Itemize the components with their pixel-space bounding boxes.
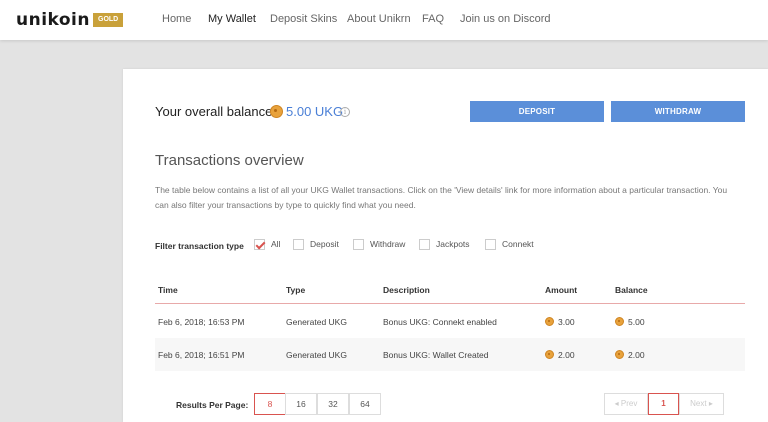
table-row[interactable]: Feb 6, 2018; 16:53 PM Generated UKG Bonu… <box>155 305 745 338</box>
col-type: Type <box>286 285 306 295</box>
row-description: Bonus UKG: Wallet Created <box>383 350 489 360</box>
transactions-description: The table below contains a list of all y… <box>155 185 728 210</box>
row-amount: 3.00 <box>545 316 575 328</box>
nav-home[interactable]: Home <box>162 12 191 26</box>
row-time: Feb 6, 2018; 16:53 PM <box>158 317 245 327</box>
filter-withdraw[interactable]: Withdraw <box>353 238 405 250</box>
brand-badge: GOLD <box>93 13 124 27</box>
col-balance: Balance <box>615 285 648 295</box>
per-page-16[interactable]: 16 <box>285 393 317 415</box>
per-page-64[interactable]: 64 <box>349 393 381 415</box>
nav-about-unikrn[interactable]: About Unikrn <box>347 12 411 26</box>
brand-name: unikoin <box>16 10 90 30</box>
row-balance-value: 2.00 <box>628 350 645 360</box>
row-balance: 5.00 <box>615 316 645 328</box>
row-amount: 2.00 <box>545 349 575 361</box>
checkbox-icon[interactable] <box>293 238 304 250</box>
prev-page-button[interactable]: ◂ Prev <box>604 393 648 415</box>
deposit-button[interactable]: DEPOSIT <box>470 101 604 122</box>
filter-all-label: All <box>271 239 281 249</box>
filter-all[interactable]: All <box>254 238 280 250</box>
balance-label: Your overall balance <box>155 104 273 119</box>
coin-icon <box>545 350 554 359</box>
row-type: Generated UKG <box>286 317 347 327</box>
filter-jackpots-label: Jackpots <box>436 239 470 249</box>
top-navbar: unikoin GOLD Home My Wallet Deposit Skin… <box>0 0 768 40</box>
section-title: Transactions overview <box>155 152 304 169</box>
nav-faq[interactable]: FAQ <box>422 12 444 26</box>
filter-deposit[interactable]: Deposit <box>293 238 339 250</box>
row-time: Feb 6, 2018; 16:51 PM <box>158 350 245 360</box>
filter-jackpots[interactable]: Jackpots <box>419 238 470 250</box>
wallet-card: Your overall balance 5.00 UKG i DEPOSIT … <box>123 69 768 422</box>
withdraw-button[interactable]: WITHDRAW <box>611 101 745 122</box>
checkbox-icon[interactable] <box>485 238 496 250</box>
row-description: Bonus UKG: Connekt enabled <box>383 317 497 327</box>
coin-icon <box>615 317 624 326</box>
row-amount-value: 2.00 <box>558 350 575 360</box>
filter-label: Filter transaction type <box>155 241 244 251</box>
checkbox-checked-icon[interactable] <box>254 238 265 250</box>
checkbox-icon[interactable] <box>353 238 364 250</box>
brand-logo[interactable]: unikoin GOLD <box>16 10 124 30</box>
coin-icon <box>270 105 283 118</box>
row-balance: 2.00 <box>615 349 645 361</box>
next-page-button[interactable]: Next ▸ <box>679 393 724 415</box>
filter-connekt[interactable]: Connekt <box>485 238 534 250</box>
filter-withdraw-label: Withdraw <box>370 239 406 249</box>
table-row[interactable]: Feb 6, 2018; 16:51 PM Generated UKG Bonu… <box>155 338 745 371</box>
info-icon[interactable]: i <box>340 107 350 117</box>
current-page-button[interactable]: 1 <box>648 393 679 415</box>
col-amount: Amount <box>545 285 578 295</box>
table-header: Time Type Description Amount Balance <box>155 277 745 304</box>
coin-icon <box>615 350 624 359</box>
per-page-8[interactable]: 8 <box>254 393 286 415</box>
row-amount-value: 3.00 <box>558 317 575 327</box>
filter-connekt-label: Connekt <box>502 239 534 249</box>
filter-deposit-label: Deposit <box>310 239 339 249</box>
results-per-page-label: Results Per Page: <box>176 400 249 410</box>
coin-icon <box>545 317 554 326</box>
nav-my-wallet[interactable]: My Wallet <box>208 12 256 26</box>
nav-discord[interactable]: Join us on Discord <box>460 12 551 26</box>
col-description: Description <box>383 285 430 295</box>
col-time: Time <box>158 285 178 295</box>
row-balance-value: 5.00 <box>628 317 645 327</box>
checkbox-icon[interactable] <box>419 238 430 250</box>
row-type: Generated UKG <box>286 350 347 360</box>
balance-value: 5.00 UKG <box>286 104 344 119</box>
per-page-32[interactable]: 32 <box>317 393 349 415</box>
nav-deposit-skins[interactable]: Deposit Skins <box>270 12 337 26</box>
